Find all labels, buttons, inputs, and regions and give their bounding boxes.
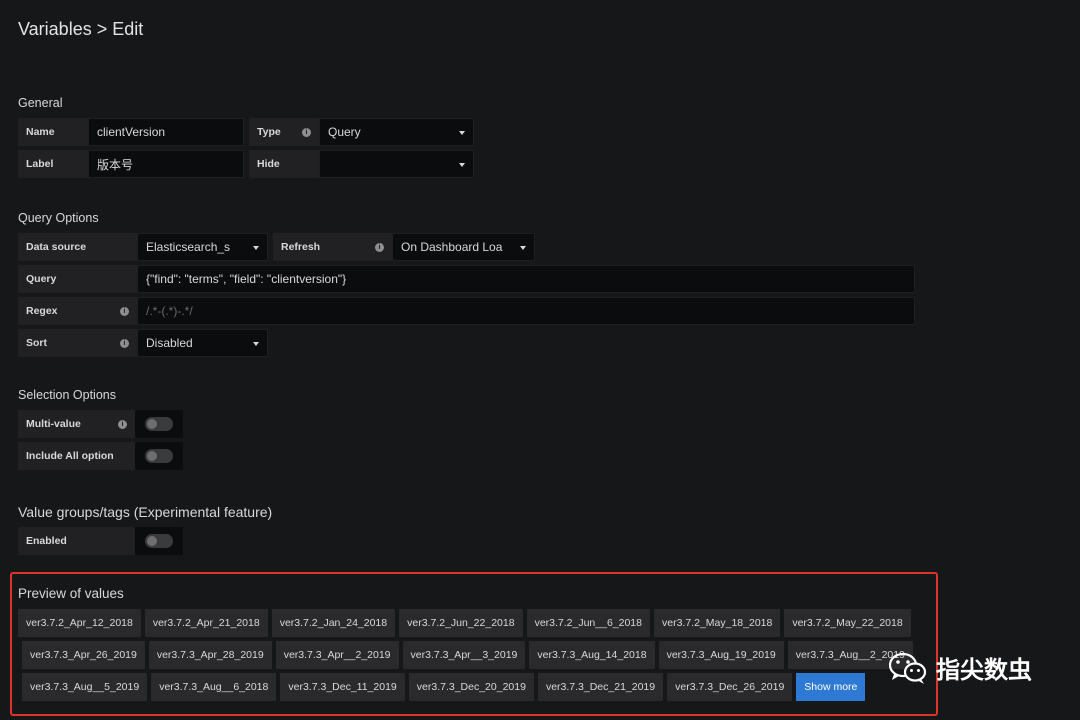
preview-value-tag[interactable]: ver3.7.2_May_22_2018 (784, 609, 911, 637)
regex-input[interactable]: /.*-(.*)-.*/ (137, 297, 915, 325)
sort-select[interactable]: Disabled (137, 329, 268, 357)
info-icon: i (120, 338, 129, 348)
regex-label: Regex i (18, 297, 137, 325)
sort-select-value: Disabled (146, 336, 193, 350)
watermark: 指尖数虫 (888, 650, 1032, 685)
wechat-icon (888, 652, 927, 684)
preview-row-2: ver3.7.3_Apr_26_2019 ver3.7.3_Apr_28_201… (22, 641, 913, 669)
show-more-button[interactable]: Show more (796, 673, 866, 701)
query-input[interactable]: {"find": "terms", "field": "clientversio… (137, 265, 915, 293)
type-select[interactable]: Query (319, 118, 474, 146)
value-groups-section-title: Value groups/tags (Experimental feature) (18, 504, 273, 520)
preview-value-tag[interactable]: ver3.7.3_Dec_26_2019 (667, 673, 793, 701)
page-title: Variables > Edit (18, 19, 144, 39)
enabled-toggle[interactable] (145, 534, 173, 548)
watermark-text: 指尖数虫 (936, 657, 1032, 684)
caret-down-icon (459, 163, 465, 167)
preview-value-tag[interactable]: ver3.7.3_Aug_14_2018 (529, 641, 655, 669)
preview-value-tag[interactable]: ver3.7.2_May_18_2018 (654, 609, 781, 637)
hide-select[interactable] (319, 150, 474, 178)
preview-title: Preview of values (18, 586, 124, 601)
sort-label: Sort i (18, 329, 137, 357)
label-input[interactable]: 版本号 (88, 150, 244, 178)
general-section-title: General (18, 96, 63, 110)
preview-row-3: ver3.7.3_Aug__5_2019 ver3.7.3_Aug__6_201… (22, 673, 866, 701)
preview-value-tag[interactable]: ver3.7.3_Apr__2_2019 (275, 641, 399, 669)
include-all-label: Include All option (18, 442, 135, 470)
caret-down-icon (253, 342, 259, 346)
name-input[interactable]: clientVersion (88, 118, 244, 146)
preview-value-tag[interactable]: ver3.7.3_Aug__6_2018 (151, 673, 277, 701)
include-all-toggle-box (135, 442, 183, 470)
preview-value-tag[interactable]: ver3.7.3_Apr_26_2019 (22, 641, 145, 669)
preview-value-tag[interactable]: ver3.7.3_Apr__3_2019 (402, 641, 526, 669)
name-label: Name (18, 118, 88, 146)
datasource-select-value: Elasticsearch_s (146, 240, 231, 254)
hide-label: Hide (249, 150, 319, 178)
preview-value-tag[interactable]: ver3.7.3_Aug_19_2019 (658, 641, 784, 669)
type-label: Type i (249, 118, 319, 146)
caret-down-icon (520, 246, 526, 250)
datasource-select[interactable]: Elasticsearch_s (137, 233, 268, 261)
preview-value-tag[interactable]: ver3.7.3_Aug__5_2019 (22, 673, 148, 701)
caret-down-icon (459, 131, 465, 135)
preview-row-1: ver3.7.2_Apr_12_2018 ver3.7.2_Apr_21_201… (18, 609, 911, 637)
label-label: Label (18, 150, 88, 178)
selection-options-section-title: Selection Options (18, 388, 116, 402)
refresh-select[interactable]: On Dashboard Loa (392, 233, 535, 261)
caret-down-icon (253, 246, 259, 250)
include-all-toggle[interactable] (145, 449, 173, 463)
multi-value-toggle[interactable] (145, 417, 173, 431)
query-options-section-title: Query Options (18, 211, 99, 225)
multi-value-toggle-box (135, 410, 183, 438)
info-icon: i (302, 127, 311, 137)
info-icon: i (375, 242, 384, 252)
type-select-value: Query (328, 125, 361, 139)
query-label: Query (18, 265, 137, 293)
enabled-toggle-box (135, 527, 183, 555)
preview-value-tag[interactable]: ver3.7.2_Jun_22_2018 (399, 609, 523, 637)
enabled-label: Enabled (18, 527, 135, 555)
refresh-select-value: On Dashboard Loa (401, 240, 503, 254)
preview-value-tag[interactable]: ver3.7.3_Dec_20_2019 (408, 673, 534, 701)
preview-value-tag[interactable]: ver3.7.3_Dec_21_2019 (537, 673, 664, 701)
refresh-label: Refresh i (273, 233, 392, 261)
info-icon: i (120, 306, 129, 316)
datasource-label: Data source (18, 233, 137, 261)
preview-value-tag[interactable]: ver3.7.2_Jun__6_2018 (526, 609, 650, 637)
preview-value-tag[interactable]: ver3.7.2_Apr_12_2018 (18, 609, 141, 637)
info-icon: i (118, 419, 127, 429)
preview-value-tag[interactable]: ver3.7.2_Apr_21_2018 (144, 609, 268, 637)
preview-value-tag[interactable]: ver3.7.3_Apr_28_2019 (148, 641, 272, 669)
preview-value-tag[interactable]: ver3.7.2_Jan_24_2018 (271, 609, 396, 637)
preview-value-tag[interactable]: ver3.7.3_Dec_11_2019 (280, 673, 405, 701)
multi-value-label: Multi-value i (18, 410, 135, 438)
